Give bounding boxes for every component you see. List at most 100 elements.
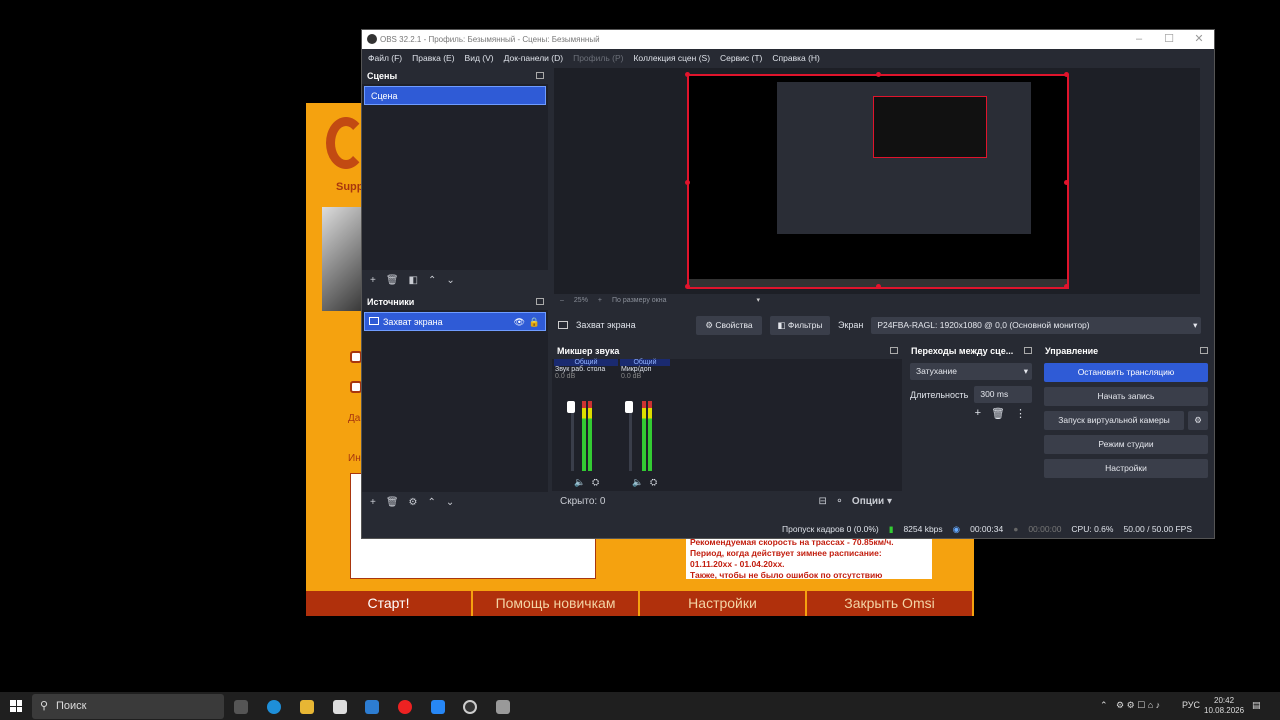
gear-icon[interactable]: ⚙ bbox=[1188, 411, 1208, 430]
info-line: 01.11.20xx - 01.04.20xx. bbox=[690, 559, 785, 569]
trash-icon[interactable]: 🗑 bbox=[991, 407, 1005, 420]
options-label: Опции bbox=[851, 495, 885, 507]
omsi-taskbar-icon[interactable] bbox=[496, 700, 510, 714]
trash-icon[interactable]: 🗑 bbox=[386, 497, 399, 508]
transitions-body: Затухание ▾ Длительность 300 ms + 🗑 ⋮ bbox=[906, 359, 1036, 424]
studio-mode-button[interactable]: Режим студии bbox=[1044, 435, 1208, 454]
settings-button[interactable]: Настройки bbox=[1044, 459, 1208, 478]
menu-file[interactable]: Файл (F) bbox=[368, 53, 402, 63]
audio-gear-icon[interactable]: ⛭ bbox=[592, 477, 599, 488]
maximize-icon[interactable]: ☐ bbox=[1154, 30, 1184, 49]
tray-network-icon[interactable]: ⚙ ⚙ ☐ ⌂ ♪ bbox=[1116, 700, 1160, 711]
resize-handle[interactable] bbox=[1064, 284, 1069, 289]
language-indicator[interactable]: РУС bbox=[1182, 700, 1200, 710]
gear-icon[interactable]: ⚙ bbox=[409, 497, 418, 508]
fit-mode[interactable]: По размеру окна bbox=[612, 297, 666, 304]
notifications-icon[interactable]: ▤ bbox=[1252, 700, 1261, 711]
undock-icon[interactable] bbox=[536, 72, 544, 79]
store-icon[interactable] bbox=[333, 700, 347, 714]
menu-scene-collection[interactable]: Коллекция сцен (S) bbox=[633, 53, 710, 63]
filter-icon[interactable]: ◧ bbox=[409, 275, 418, 286]
undock-icon[interactable] bbox=[536, 298, 544, 305]
transition-select[interactable]: Затухание ▾ bbox=[910, 363, 1032, 380]
menu-profile[interactable]: Профиль (P) bbox=[573, 53, 623, 63]
resize-handle[interactable] bbox=[876, 284, 881, 289]
add-icon[interactable]: + bbox=[370, 275, 376, 286]
mail-icon[interactable] bbox=[365, 700, 379, 714]
resize-handle[interactable] bbox=[685, 72, 690, 77]
lock-icon[interactable]: 🔒 bbox=[529, 313, 540, 331]
start-button[interactable]: Старт! bbox=[306, 591, 473, 616]
speaker-icon[interactable]: 🔈 bbox=[632, 477, 643, 488]
resize-handle[interactable] bbox=[1064, 180, 1069, 185]
close-icon[interactable]: ✕ bbox=[1184, 30, 1214, 49]
move-down-icon[interactable]: ⌄ bbox=[446, 275, 454, 286]
taskbar-search[interactable]: ⚲ Поиск bbox=[32, 694, 224, 719]
trash-icon[interactable]: 🗑 bbox=[386, 275, 399, 286]
undock-icon[interactable] bbox=[890, 347, 898, 354]
chevron-down-icon[interactable]: ▾ bbox=[756, 296, 760, 304]
screen-select[interactable]: P24FBA-RAGL: 1920x1080 @ 0,0 (Основной м… bbox=[871, 316, 1202, 334]
context-source-name: Захват экрана bbox=[576, 320, 636, 330]
move-up-icon[interactable]: ⌃ bbox=[428, 497, 436, 508]
add-icon[interactable]: + bbox=[975, 407, 981, 420]
file-explorer-icon[interactable] bbox=[300, 700, 314, 714]
source-item[interactable]: Захват экрана 👁 🔒 bbox=[364, 312, 546, 331]
resize-handle[interactable] bbox=[685, 180, 690, 185]
mixer-options[interactable]: ⊟ ⚬ Опции ▾ bbox=[818, 496, 892, 507]
minimize-icon[interactable]: – bbox=[1124, 30, 1154, 49]
channel-name[interactable]: Микр/доп bbox=[620, 366, 670, 373]
edge-icon[interactable] bbox=[267, 700, 281, 714]
move-up-icon[interactable]: ⌃ bbox=[428, 275, 436, 286]
volume-slider-handle[interactable] bbox=[625, 401, 633, 413]
task-view-icon[interactable] bbox=[234, 700, 248, 714]
volume-meter bbox=[648, 401, 652, 471]
speaker-icon[interactable]: 🔈 bbox=[574, 477, 585, 488]
preview-canvas[interactable] bbox=[685, 72, 1069, 289]
audio-gear-icon[interactable]: ⛭ bbox=[650, 477, 657, 488]
undock-icon[interactable] bbox=[1200, 347, 1208, 354]
resize-handle[interactable] bbox=[685, 284, 690, 289]
windows-start-icon[interactable] bbox=[10, 700, 22, 712]
scene-item[interactable]: Сцена bbox=[364, 86, 546, 105]
volume-slider-handle[interactable] bbox=[567, 401, 575, 413]
controls-title: Управление bbox=[1045, 346, 1099, 356]
more-icon[interactable]: ⋮ bbox=[1015, 407, 1026, 420]
zoom-out-icon[interactable]: – bbox=[560, 297, 564, 304]
menu-docks[interactable]: Док-панели (D) bbox=[504, 53, 563, 63]
bitrate: 8254 kbps bbox=[903, 524, 943, 534]
sources-toolbar: + 🗑 ⚙ ⌃ ⌄ bbox=[362, 492, 548, 512]
volume-meter bbox=[588, 401, 592, 471]
move-down-icon[interactable]: ⌄ bbox=[446, 497, 454, 508]
resize-handle[interactable] bbox=[876, 72, 881, 77]
info-box: Рекомендуемая скорость на трассах - 70.8… bbox=[686, 535, 932, 579]
undock-icon[interactable] bbox=[1024, 347, 1032, 354]
vk-icon[interactable] bbox=[431, 700, 445, 714]
yandex-icon[interactable] bbox=[398, 700, 412, 714]
signal-icon: ▮ bbox=[888, 523, 894, 534]
filters-button[interactable]: ◧ Фильтры bbox=[770, 315, 830, 335]
resize-handle[interactable] bbox=[1064, 72, 1069, 77]
help-newbies-button[interactable]: Помощь новичкам bbox=[473, 591, 640, 616]
settings-button[interactable]: Настройки bbox=[640, 591, 807, 616]
properties-button[interactable]: ⚙ Свойства bbox=[696, 315, 762, 335]
launcher-button-bar: Старт! Помощь новичкам Настройки Закрыть… bbox=[306, 591, 974, 616]
channel-name[interactable]: Звук раб. стола bbox=[554, 366, 618, 373]
obs-taskbar-icon[interactable] bbox=[463, 700, 477, 714]
menu-help[interactable]: Справка (H) bbox=[772, 53, 820, 63]
eye-icon[interactable]: 👁 bbox=[514, 313, 525, 331]
clock[interactable]: 20:42 10.08.2026 bbox=[1204, 696, 1244, 716]
add-icon[interactable]: + bbox=[370, 497, 376, 508]
sources-header: Источники bbox=[362, 294, 548, 310]
menu-view[interactable]: Вид (V) bbox=[465, 53, 494, 63]
start-recording-button[interactable]: Начать запись bbox=[1044, 387, 1208, 406]
duration-input[interactable]: 300 ms bbox=[974, 386, 1032, 403]
stream-time: 00:00:34 bbox=[970, 524, 1004, 534]
close-omsi-button[interactable]: Закрыть Omsi bbox=[807, 591, 974, 616]
menu-tools[interactable]: Сервис (T) bbox=[720, 53, 762, 63]
zoom-in-icon[interactable]: + bbox=[598, 297, 602, 304]
stop-streaming-button[interactable]: Остановить трансляцию bbox=[1044, 363, 1208, 382]
menu-edit[interactable]: Правка (E) bbox=[412, 53, 454, 63]
tray-chevron-icon[interactable]: ⌃ bbox=[1100, 700, 1108, 711]
virtual-camera-button[interactable]: Запуск виртуальной камеры bbox=[1044, 411, 1184, 430]
